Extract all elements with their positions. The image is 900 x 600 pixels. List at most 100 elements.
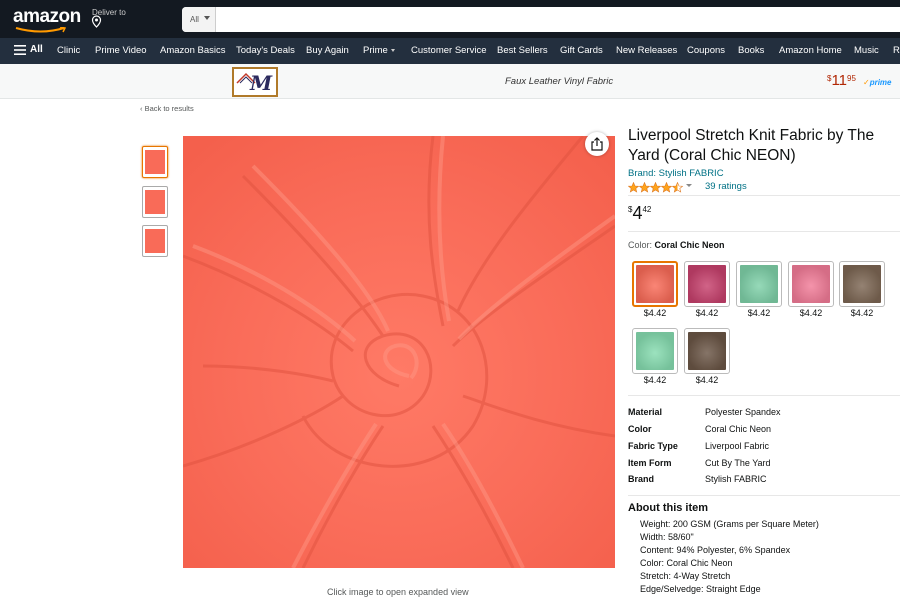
color-swatch-7[interactable] [684, 328, 730, 374]
brand-link[interactable]: Brand: Stylish FABRIC [628, 168, 724, 179]
list-item: Color: Coral Chic Neon [640, 557, 898, 570]
swatch-price: $4.42 [643, 308, 667, 318]
location-pin-icon[interactable] [91, 15, 102, 28]
amazon-logo[interactable]: amazon [13, 6, 81, 28]
color-swatch-6[interactable] [632, 328, 678, 374]
nav-link-prime-video[interactable]: Prime Video [95, 45, 147, 56]
share-icon [591, 137, 603, 151]
spec-value-color: Coral Chic Neon [705, 424, 772, 434]
price-whole: 4 [632, 203, 643, 223]
swatch-image [688, 332, 726, 370]
selected-color-value: Coral Chic Neon [654, 240, 725, 250]
swatch-price: $4.42 [747, 308, 771, 318]
divider [628, 195, 900, 196]
chevron-down-icon[interactable] [686, 184, 692, 187]
spec-key-brand: Brand [628, 474, 655, 484]
swatch-price: $4.42 [695, 308, 719, 318]
nav-link-best-sellers[interactable]: Best Sellers [497, 45, 548, 56]
color-swatch-4[interactable] [788, 261, 834, 307]
product-title: Liverpool Stretch Knit Fabric by The Yar… [628, 127, 875, 164]
nav-link-customer-service[interactable]: Customer Service [411, 45, 487, 56]
spec-key-material: Material [628, 407, 663, 417]
about-bullets: Weight: 200 GSM (Grams per Square Meter)… [640, 518, 898, 596]
stars-icon [628, 182, 683, 193]
nav-link-books[interactable]: Books [738, 45, 764, 56]
nav-link-gift-cards[interactable]: Gift Cards [560, 45, 603, 56]
fabric-swirl-image [183, 136, 615, 568]
swatch-image [636, 332, 674, 370]
nav-link-buy-again[interactable]: Buy Again [306, 45, 349, 56]
spec-value-item-form: Cut By The Yard [705, 458, 771, 468]
swatch-image [740, 265, 778, 303]
product-price: $442 [628, 203, 651, 224]
swatch-price: $4.42 [643, 375, 667, 385]
color-swatch-3[interactable] [736, 261, 782, 307]
nav-link-overflow[interactable]: Re [893, 45, 900, 56]
main-product-image[interactable] [183, 136, 615, 568]
swatch-image [688, 265, 726, 303]
all-menu-label: All [30, 44, 43, 55]
price-fraction: 42 [642, 205, 652, 214]
search-input[interactable] [216, 7, 900, 32]
search-category-select[interactable]: All [182, 7, 216, 32]
spec-value-fabric-type: Liverpool Fabric [705, 441, 770, 451]
expand-image-hint: Click image to open expanded view [327, 587, 469, 597]
prime-check-icon: ✓ [863, 78, 870, 87]
secondary-nav: All Clinic Prime Video Amazon Basics Tod… [0, 38, 900, 64]
swatch-price: $4.42 [695, 375, 719, 385]
hamburger-menu-icon [14, 45, 26, 55]
list-item: Edge/Selvedge: Straight Edge [640, 583, 898, 596]
nav-link-music[interactable]: Music [854, 45, 879, 56]
thumbnail-1[interactable] [142, 146, 168, 178]
nav-link-amazon-basics[interactable]: Amazon Basics [160, 45, 225, 56]
swatch-image [843, 265, 881, 303]
list-item: Width: 58/60" [640, 531, 898, 544]
swatch-image [636, 265, 674, 303]
thumbnail-image [145, 229, 165, 253]
color-swatch-1[interactable] [632, 261, 678, 307]
search-bar: All [182, 7, 900, 32]
nav-link-prime[interactable]: Prime [363, 45, 395, 56]
sponsored-price: $1195 [827, 72, 856, 90]
thumbnail-3[interactable] [142, 225, 168, 257]
nav-link-new-releases[interactable]: New Releases [616, 45, 677, 56]
color-selector-label: Color: Coral Chic Neon [628, 240, 725, 250]
swatch-price: $4.42 [799, 308, 823, 318]
chevron-down-icon [390, 48, 395, 52]
nav-link-todays-deals[interactable]: Today's Deals [236, 45, 295, 56]
prime-label: prime [869, 78, 892, 87]
spec-key-color: Color [628, 424, 652, 434]
back-to-results-link[interactable]: ‹ Back to results [140, 104, 194, 113]
spec-value-material: Polyester Spandex [705, 407, 781, 417]
sponsored-product-title[interactable]: Faux Leather Vinyl Fabric [505, 76, 613, 87]
logo-smile-icon [15, 27, 67, 33]
divider [628, 495, 900, 496]
swatch-image [792, 265, 830, 303]
spec-key-item-form: Item Form [628, 458, 672, 468]
thumbnail-image [145, 150, 165, 174]
nav-link-amazon-home[interactable]: Amazon Home [779, 45, 842, 56]
color-swatch-2[interactable] [684, 261, 730, 307]
nav-link-prime-label: Prime [363, 45, 388, 56]
prime-badge: ✓prime [863, 78, 892, 87]
nav-link-clinic[interactable]: Clinic [57, 45, 80, 56]
brand-logo[interactable]: M [232, 67, 278, 97]
price-whole: 11 [831, 72, 848, 89]
list-item: Weight: 200 GSM (Grams per Square Meter) [640, 518, 898, 531]
ratings-count-link[interactable]: 39 ratings [705, 181, 747, 192]
swatch-price: $4.42 [850, 308, 874, 318]
share-button[interactable] [585, 132, 609, 156]
color-swatch-5[interactable] [839, 261, 885, 307]
brand-logo-letter: M [250, 71, 273, 95]
thumbnail-image [145, 190, 165, 214]
spec-value-brand: Stylish FABRIC [705, 474, 767, 484]
about-heading: About this item [628, 502, 709, 514]
spec-key-fabric-type: Fabric Type [628, 441, 678, 451]
sponsored-brand-strip: M Faux Leather Vinyl Fabric $1195 ✓prime [0, 64, 900, 99]
price-symbol: $ [827, 74, 832, 83]
chevron-down-icon [204, 16, 210, 20]
thumbnail-2[interactable] [142, 186, 168, 218]
price-symbol: $ [628, 205, 633, 214]
price-fraction: 95 [847, 74, 856, 83]
nav-link-coupons[interactable]: Coupons [687, 45, 725, 56]
